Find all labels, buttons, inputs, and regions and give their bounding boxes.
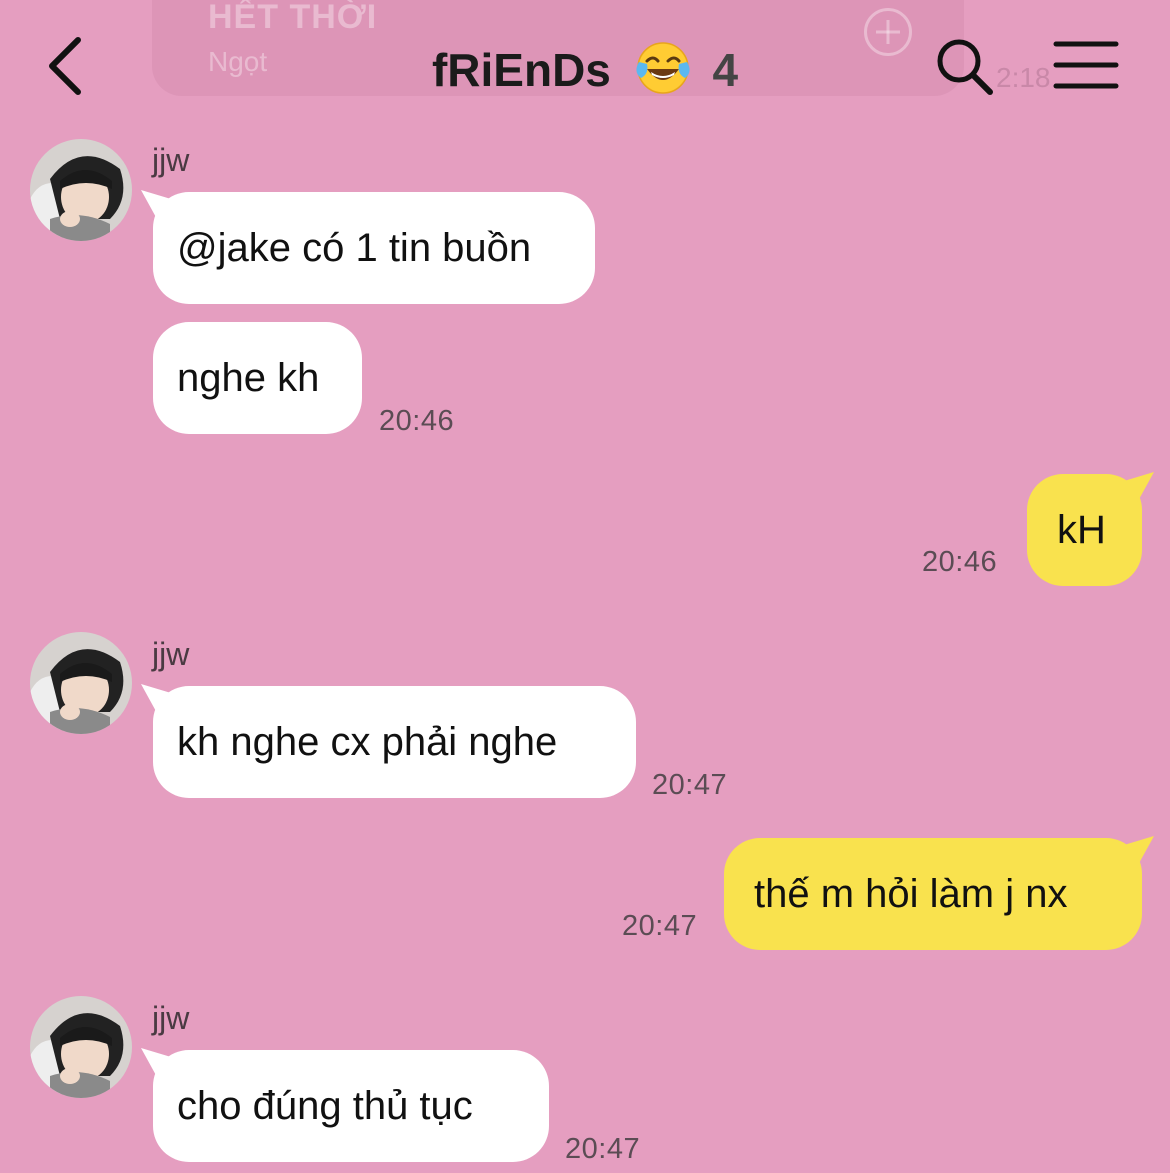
chat-screen: HẾT THỜI Ngọt 2:18 fRiEnDs 4 jjw @jake c… <box>0 0 1170 1173</box>
hamburger-menu-icon <box>1053 41 1119 89</box>
profile-photo <box>30 139 132 241</box>
profile-photo <box>30 996 132 1098</box>
search-icon <box>937 39 993 95</box>
sender-name: jjw <box>152 142 190 178</box>
message-text: kH <box>1057 508 1106 552</box>
message-time: 20:46 <box>379 405 455 437</box>
message-text: cho đúng thủ tục <box>177 1084 473 1128</box>
profile-photo <box>30 632 132 734</box>
message-bubble[interactable]: kh nghe cx phải nghe <box>153 686 636 798</box>
message-text: kh nghe cx phải nghe <box>177 720 558 764</box>
sender-name: jjw <box>152 636 190 672</box>
message-time: 20:47 <box>652 769 728 801</box>
message-text: @jake có 1 tin buồn <box>177 226 532 270</box>
search-button[interactable] <box>934 36 996 98</box>
message-time: 20:47 <box>622 910 698 942</box>
member-count: 4 <box>712 44 739 96</box>
face-with-tears-of-joy-icon <box>636 42 690 94</box>
message-bubble[interactable]: @jake có 1 tin buồn <box>153 192 595 304</box>
sender-name: jjw <box>152 1000 190 1036</box>
chat-name: fRiEnDs <box>431 44 611 96</box>
message-text: thế m hỏi làm j nx <box>754 872 1068 916</box>
avatar[interactable] <box>30 996 132 1098</box>
message-bubble[interactable]: nghe kh <box>153 322 362 434</box>
message-time: 20:46 <box>922 546 998 578</box>
message-bubble[interactable]: thế m hỏi làm j nx <box>724 838 1142 950</box>
avatar[interactable] <box>30 632 132 734</box>
message-bubble[interactable]: cho đúng thủ tục <box>153 1050 549 1162</box>
message-time: 20:47 <box>565 1133 641 1165</box>
message-text: nghe kh <box>177 356 320 400</box>
avatar[interactable] <box>30 139 132 241</box>
message-bubble[interactable]: kH <box>1027 474 1142 586</box>
chat-header: fRiEnDs 4 <box>0 0 1170 130</box>
menu-button[interactable] <box>1052 40 1122 92</box>
